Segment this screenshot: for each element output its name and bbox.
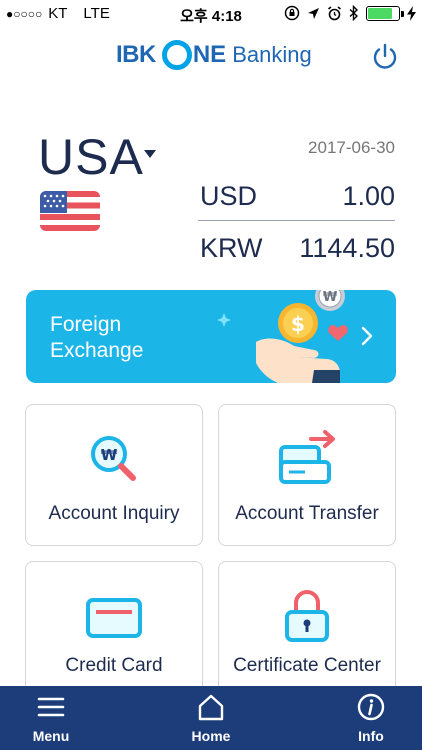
logo-banking: Banking <box>232 42 312 67</box>
foreign-exchange-banner[interactable]: Foreign Exchange ₩ $ <box>26 290 396 383</box>
banner-title: Foreign Exchange <box>50 312 143 364</box>
status-bar: ●○○○○ KT LTE 오후 4:18 <box>0 0 422 30</box>
svg-text:$: $ <box>291 312 305 336</box>
won-badge-symbol: ₩ <box>323 290 338 305</box>
logo-ne: NE <box>192 41 227 68</box>
bluetooth-icon <box>349 5 359 21</box>
tab-info[interactable]: Info <box>326 686 416 750</box>
home-icon <box>198 694 224 721</box>
logo-o-ring-icon <box>161 40 192 70</box>
rate-code: KRW <box>200 233 263 263</box>
tab-label: Menu <box>32 728 70 744</box>
account-inquiry-button[interactable]: ₩ Account Inquiry <box>25 404 203 546</box>
power-icon <box>373 43 397 69</box>
transfer-card-icon <box>279 430 335 484</box>
logo-ibk: IBK <box>116 41 156 68</box>
tab-label: Home <box>191 728 231 744</box>
tab-label: Info <box>358 728 384 744</box>
us-flag-icon <box>40 191 100 231</box>
alarm-icon <box>328 5 341 20</box>
magnifier-won-icon: ₩ <box>91 436 136 481</box>
card-label: Account Transfer <box>235 503 379 524</box>
rate-value: 1144.50 <box>299 233 395 263</box>
bottom-tab-bar: Menu Home Info <box>0 686 422 750</box>
hamburger-icon <box>37 697 65 717</box>
chevron-down-icon[interactable] <box>144 150 156 158</box>
rate-date: 2017-06-30 <box>308 138 395 157</box>
lock-rotation-icon <box>284 5 300 21</box>
rate-row-krw: KRW 1144.50 <box>198 233 395 273</box>
rate-row-usd: USD 1.00 <box>198 181 395 221</box>
chevron-right-icon <box>361 326 373 346</box>
location-icon <box>308 7 319 19</box>
credit-card-button[interactable]: Credit Card <box>25 561 203 701</box>
certificate-center-button[interactable]: Certificate Center <box>218 561 396 701</box>
info-icon <box>357 693 385 721</box>
card-label: Certificate Center <box>233 655 381 676</box>
tab-home[interactable]: Home <box>166 686 256 750</box>
card-label: Credit Card <box>65 655 163 676</box>
rate-value: 1.00 <box>342 181 395 211</box>
power-button[interactable] <box>370 42 400 72</box>
magnifier-won-symbol: ₩ <box>101 446 118 464</box>
charging-icon <box>407 5 416 21</box>
tab-menu[interactable]: Menu <box>6 686 96 750</box>
status-right <box>284 5 416 21</box>
banner-title-line1: Foreign <box>50 313 122 336</box>
banner-title-line2: Exchange <box>50 339 144 362</box>
country-selector[interactable]: USA <box>38 128 144 186</box>
card-label: Account Inquiry <box>48 503 180 524</box>
credit-card-icon <box>86 598 142 638</box>
padlock-icon <box>285 590 329 642</box>
hand-coin-illustration: ₩ $ <box>217 290 348 383</box>
battery-level <box>368 7 392 19</box>
ibk-one-banking-logo: IBK NE Banking <box>116 40 312 70</box>
rate-code: USD <box>200 181 258 211</box>
battery-icon <box>366 5 404 21</box>
account-transfer-button[interactable]: Account Transfer <box>218 404 396 546</box>
app-header: IBK NE Banking <box>0 30 422 86</box>
